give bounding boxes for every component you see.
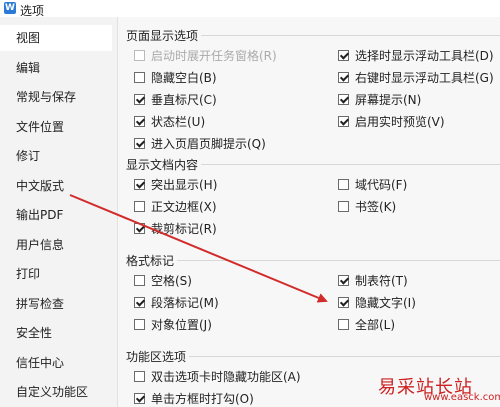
option-checkbox[interactable]: 裁剪标记(R) [134,221,217,237]
checkbox-checked-icon[interactable] [338,50,349,61]
option-checkbox[interactable]: 正文边框(X) [134,199,217,215]
checkbox-empty-icon[interactable] [338,319,349,330]
option-label: 右键时显示浮动工具栏(G) [355,71,494,85]
checkbox-checked-icon[interactable] [134,138,145,149]
options-panel: 页面显示选项 显示文档内容 格式标记 功能区选项 启动时展开任务窗格(R) 隐藏空… [117,17,500,407]
checkbox-checked-icon[interactable] [134,94,145,105]
sidebar-item[interactable]: 安全性 [0,320,112,346]
section-divider [126,260,500,261]
sidebar-item[interactable]: 拼写检查 [0,291,112,317]
checkbox-checked-icon[interactable] [134,393,145,404]
option-label: 隐藏文字(I) [355,296,416,310]
checkbox-checked-icon[interactable] [338,94,349,105]
sidebar-item[interactable]: 自定义功能区 [0,379,112,405]
option-checkbox[interactable]: 空格(S) [134,273,192,289]
section-title-doc-content: 显示文档内容 [126,156,202,173]
option-label: 启用实时预览(V) [355,115,445,129]
option-checkbox[interactable]: 制表符(T) [338,273,408,289]
option-checkbox[interactable]: 全部(L) [338,317,395,333]
option-label: 屏幕提示(N) [355,93,422,107]
section-title-page-display: 页面显示选项 [126,27,202,44]
option-checkbox[interactable]: 状态栏(U) [134,114,205,130]
checkbox-empty-icon[interactable] [134,275,145,286]
checkbox-empty-icon[interactable] [338,201,349,212]
option-label: 启动时展开任务窗格(R) [151,49,277,63]
option-label: 进入页眉页脚提示(Q) [151,137,266,151]
option-label: 突出显示(H) [151,178,218,192]
app-logo-icon: W [4,2,16,14]
option-checkbox[interactable]: 隐藏文字(I) [338,295,416,311]
option-checkbox[interactable]: 书签(K) [338,199,396,215]
checkbox-empty-icon[interactable] [134,72,145,83]
option-label: 单击方框时打勾(O) [151,392,254,406]
checkbox-checked-icon[interactable] [338,116,349,127]
sidebar-item[interactable]: 打印 [0,261,112,287]
option-label: 制表符(T) [355,274,408,288]
checkbox-empty-icon[interactable] [338,179,349,190]
option-checkbox[interactable]: 段落标记(M) [134,295,219,311]
checkbox-empty-icon[interactable] [134,371,145,382]
option-label: 空格(S) [151,274,192,288]
option-checkbox[interactable]: 域代码(F) [338,177,407,193]
checkbox-checked-icon[interactable] [338,275,349,286]
checkbox-checked-icon[interactable] [134,223,145,234]
option-label: 全部(L) [355,318,396,332]
options-sidebar: 视图编辑常规与保存文件位置修订中文版式输出PDF 用户信息打印拼写检查安全性信任中… [0,17,112,407]
sidebar-item[interactable]: 编辑 [0,55,112,81]
option-label: 裁剪标记(R) [151,222,217,236]
option-checkbox[interactable]: 突出显示(H) [134,177,217,193]
option-checkbox[interactable]: 屏幕提示(N) [338,92,421,108]
sidebar-item[interactable]: 修订 [0,143,112,169]
checkbox-checked-icon[interactable] [134,116,145,127]
sidebar-item[interactable]: 文件位置 [0,114,112,140]
sidebar-item[interactable]: 常规与保存 [0,84,112,110]
checkbox-empty-icon[interactable] [134,319,145,330]
option-label: 书签(K) [355,200,397,214]
checkbox-checked-icon[interactable] [134,179,145,190]
sidebar-item[interactable]: 中文版式 [0,173,112,199]
checkbox-empty-icon[interactable] [134,201,145,212]
option-checkbox[interactable]: 垂直标尺(C) [134,92,217,108]
option-label: 双击选项卡时隐藏功能区(A) [151,370,301,384]
section-title-ribbon: 功能区选项 [126,348,190,365]
option-checkbox[interactable]: 单击方框时打勾(O) [134,391,254,407]
option-label: 段落标记(M) [151,296,219,310]
section-title-format-marks: 格式标记 [126,252,178,269]
option-checkbox[interactable]: 右键时显示浮动工具栏(G) [338,70,494,86]
option-label: 状态栏(U) [151,115,206,129]
checkbox-checked-icon[interactable] [134,297,145,308]
checkbox-checked-icon[interactable] [338,297,349,308]
sidebar-item[interactable]: 信任中心 [0,350,112,376]
option-checkbox[interactable]: 对象位置(J) [134,317,212,333]
option-label: 正文边框(X) [151,200,217,214]
checkbox-checked-icon[interactable] [338,72,349,83]
option-checkbox[interactable]: 隐藏空白(B) [134,70,217,86]
option-checkbox: 启动时展开任务窗格(R) [134,48,277,64]
option-label: 对象位置(J) [151,318,212,332]
option-label: 域代码(F) [355,178,408,192]
title-bar: W 选项 [0,0,500,18]
option-label: 隐藏空白(B) [151,71,217,85]
option-checkbox[interactable]: 进入页眉页脚提示(Q) [134,136,266,152]
option-checkbox[interactable]: 启用实时预览(V) [338,114,445,130]
sidebar-item[interactable]: 视图 [0,25,112,51]
option-checkbox[interactable]: 选择时显示浮动工具栏(D) [338,48,494,64]
watermark-url: www.easck.com [424,392,500,403]
option-label: 垂直标尺(C) [151,93,217,107]
option-checkbox[interactable]: 双击选项卡时隐藏功能区(A) [134,369,301,385]
checkbox-empty-icon [134,50,145,61]
sidebar-item[interactable]: 输出PDF [0,202,112,228]
option-label: 选择时显示浮动工具栏(D) [355,49,494,63]
sidebar-item[interactable]: 用户信息 [0,232,112,258]
